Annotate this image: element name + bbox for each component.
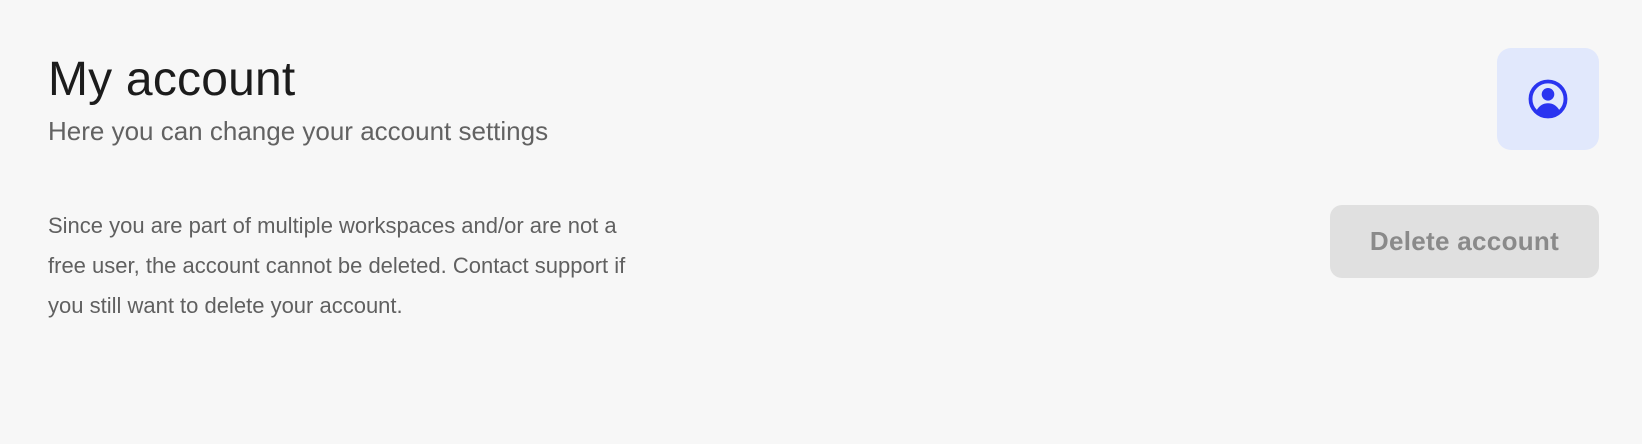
account-icon-tile bbox=[1497, 48, 1599, 150]
page-header: My account Here you can change your acco… bbox=[48, 50, 548, 148]
delete-account-button[interactable]: Delete account bbox=[1330, 205, 1599, 278]
page-subtitle: Here you can change your account setting… bbox=[48, 116, 549, 146]
delete-restriction-notice: Since you are part of multiple workspace… bbox=[48, 213, 626, 318]
page-title: My account bbox=[48, 53, 296, 106]
user-circle-icon bbox=[1528, 79, 1568, 119]
